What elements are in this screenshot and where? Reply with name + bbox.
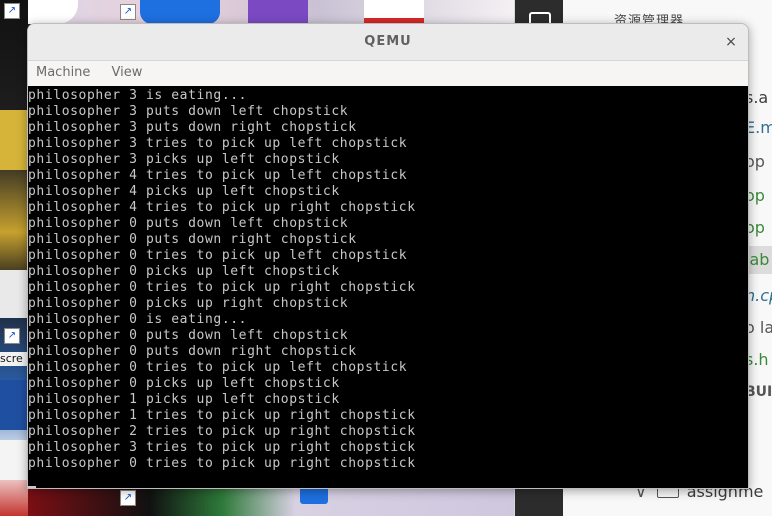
desktop-icon-top-1[interactable]	[28, 0, 78, 24]
console-line: philosopher 1 tries to pick up right cho…	[28, 408, 416, 423]
shortcut-arrow-icon: ↗	[4, 328, 20, 344]
console-line: philosopher 0 tries to pick up right cho…	[28, 280, 416, 295]
console-line: philosopher 4 tries to pick up left chop…	[28, 168, 408, 183]
shortcut-arrow-icon: ↗	[4, 3, 20, 19]
console-line: philosopher 0 tries to pick up left chop…	[28, 248, 408, 263]
qemu-window: QEMU × Machine View philosopher 3 is eat…	[27, 23, 749, 489]
explorer-file-label: E.m	[745, 118, 772, 137]
console-line: philosopher 4 tries to pick up right cho…	[28, 200, 416, 215]
console-line: philosopher 0 tries to pick up right cho…	[28, 456, 416, 471]
menu-bar: Machine View	[28, 61, 748, 86]
menu-machine[interactable]: Machine	[28, 61, 98, 80]
shortcut-arrow-icon: ↗	[120, 4, 136, 20]
console-line: philosopher 2 tries to pick up right cho…	[28, 424, 416, 439]
console-line: philosopher 3 puts down left chopstick	[28, 104, 349, 119]
console-line: philosopher 0 picks up left chopstick	[28, 264, 340, 279]
window-title: QEMU	[364, 34, 412, 49]
console-line: philosopher 0 is eating...	[28, 312, 248, 327]
desktop-background-top: ↗	[28, 0, 514, 24]
console-line: philosopher 0 picks up right chopstick	[28, 296, 349, 311]
title-bar[interactable]: QEMU ×	[28, 24, 748, 61]
console-line: philosopher 1 picks up left chopstick	[28, 392, 340, 407]
close-icon: ×	[725, 34, 737, 50]
desktop-icon-label: scre	[0, 352, 28, 366]
console-line: philosopher 0 puts down right chopstick	[28, 344, 357, 359]
console-line: philosopher 3 tries to pick up left chop…	[28, 136, 408, 151]
explorer-file-label: n.cp	[745, 286, 772, 305]
desktop-icon-screenshot[interactable]	[0, 270, 28, 318]
explorer-file-label: o la	[745, 318, 772, 337]
shortcut-arrow-icon: ↗	[120, 490, 136, 506]
console-line: philosopher 3 tries to pick up right cho…	[28, 440, 416, 455]
console-line: philosopher 0 tries to pick up left chop…	[28, 360, 408, 375]
desktop-icon-top-4[interactable]	[364, 0, 424, 24]
console-line: philosopher 3 picks up left chopstick	[28, 152, 340, 167]
console-line: philosopher 0 puts down left chopstick	[28, 328, 349, 343]
text-cursor	[28, 486, 36, 488]
menu-view[interactable]: View	[104, 61, 151, 80]
desktop-icon-folder[interactable]	[0, 110, 28, 170]
console-line: philosopher 0 picks up left chopstick	[28, 376, 340, 391]
console-line: philosopher 4 picks up left chopstick	[28, 184, 340, 199]
console-line: philosopher 3 is eating...	[28, 88, 248, 103]
console-line: philosopher 0 puts down right chopstick	[28, 232, 357, 247]
desktop-icon-doc[interactable]	[0, 440, 28, 480]
console-output[interactable]: philosopher 3 is eating... philosopher 3 …	[28, 86, 748, 488]
desktop-icon-top-2[interactable]	[140, 0, 220, 24]
close-button[interactable]: ×	[722, 33, 740, 51]
desktop-background-left: scre ↗ ↗	[0, 0, 28, 516]
console-line: philosopher 3 puts down right chopstick	[28, 120, 357, 135]
desktop-icon-top-3[interactable]	[248, 0, 308, 24]
console-line: philosopher 0 puts down left chopstick	[28, 216, 349, 231]
desktop-icon-app[interactable]	[0, 380, 28, 430]
desktop-background-bottom: ↗	[28, 486, 514, 516]
explorer-file-label: BUI	[745, 384, 772, 400]
